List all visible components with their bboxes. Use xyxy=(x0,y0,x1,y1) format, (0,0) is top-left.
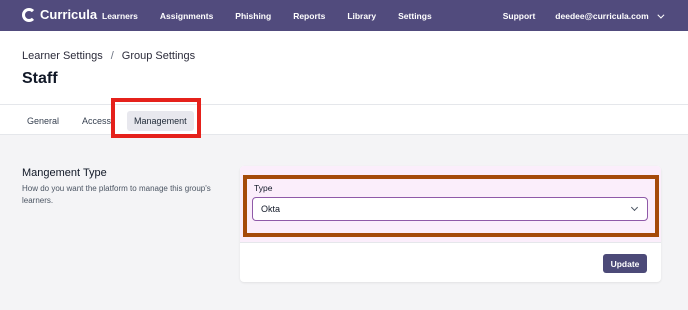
tabs-divider xyxy=(0,104,688,105)
section-description: How do you want the platform to manage t… xyxy=(22,184,211,205)
tab-general[interactable]: General xyxy=(22,111,66,131)
brand-logo[interactable]: Curricula xyxy=(22,7,97,22)
curricula-logo-icon xyxy=(22,7,36,22)
brand-name: Curricula xyxy=(40,7,98,22)
nav-item-phishing[interactable]: Phishing xyxy=(235,11,271,21)
nav-right: Support deedee@curricula.com xyxy=(503,0,665,31)
user-email: deedee@curricula.com xyxy=(555,10,649,21)
page-title: Staff xyxy=(22,70,58,87)
nav-item-library[interactable]: Library xyxy=(347,11,376,21)
nav-item-assignments[interactable]: Assignments xyxy=(160,11,213,21)
breadcrumb-learner-settings[interactable]: Learner Settings xyxy=(22,50,103,62)
nav-item-reports[interactable]: Reports xyxy=(293,11,325,21)
breadcrumb-group-settings[interactable]: Group Settings xyxy=(122,50,195,62)
user-menu[interactable]: deedee@curricula.com xyxy=(555,10,665,21)
top-nav: Curricula Learners Assignments Phishing … xyxy=(0,0,688,31)
chevron-down-icon xyxy=(657,11,665,19)
page-header: Learner Settings / Group Settings Staff … xyxy=(0,31,688,135)
annotation-highlight-type-field xyxy=(243,175,659,237)
annotation-highlight-management-tab xyxy=(111,98,201,138)
nav-item-settings[interactable]: Settings xyxy=(398,11,432,21)
update-button[interactable]: Update xyxy=(603,254,647,273)
support-link[interactable]: Support xyxy=(503,11,536,21)
nav-item-learners[interactable]: Learners xyxy=(102,11,138,21)
breadcrumb-separator: / xyxy=(110,50,114,62)
breadcrumb: Learner Settings / Group Settings xyxy=(22,50,195,62)
nav-links: Learners Assignments Phishing Reports Li… xyxy=(102,0,454,31)
section-title: Mangement Type xyxy=(22,167,107,179)
